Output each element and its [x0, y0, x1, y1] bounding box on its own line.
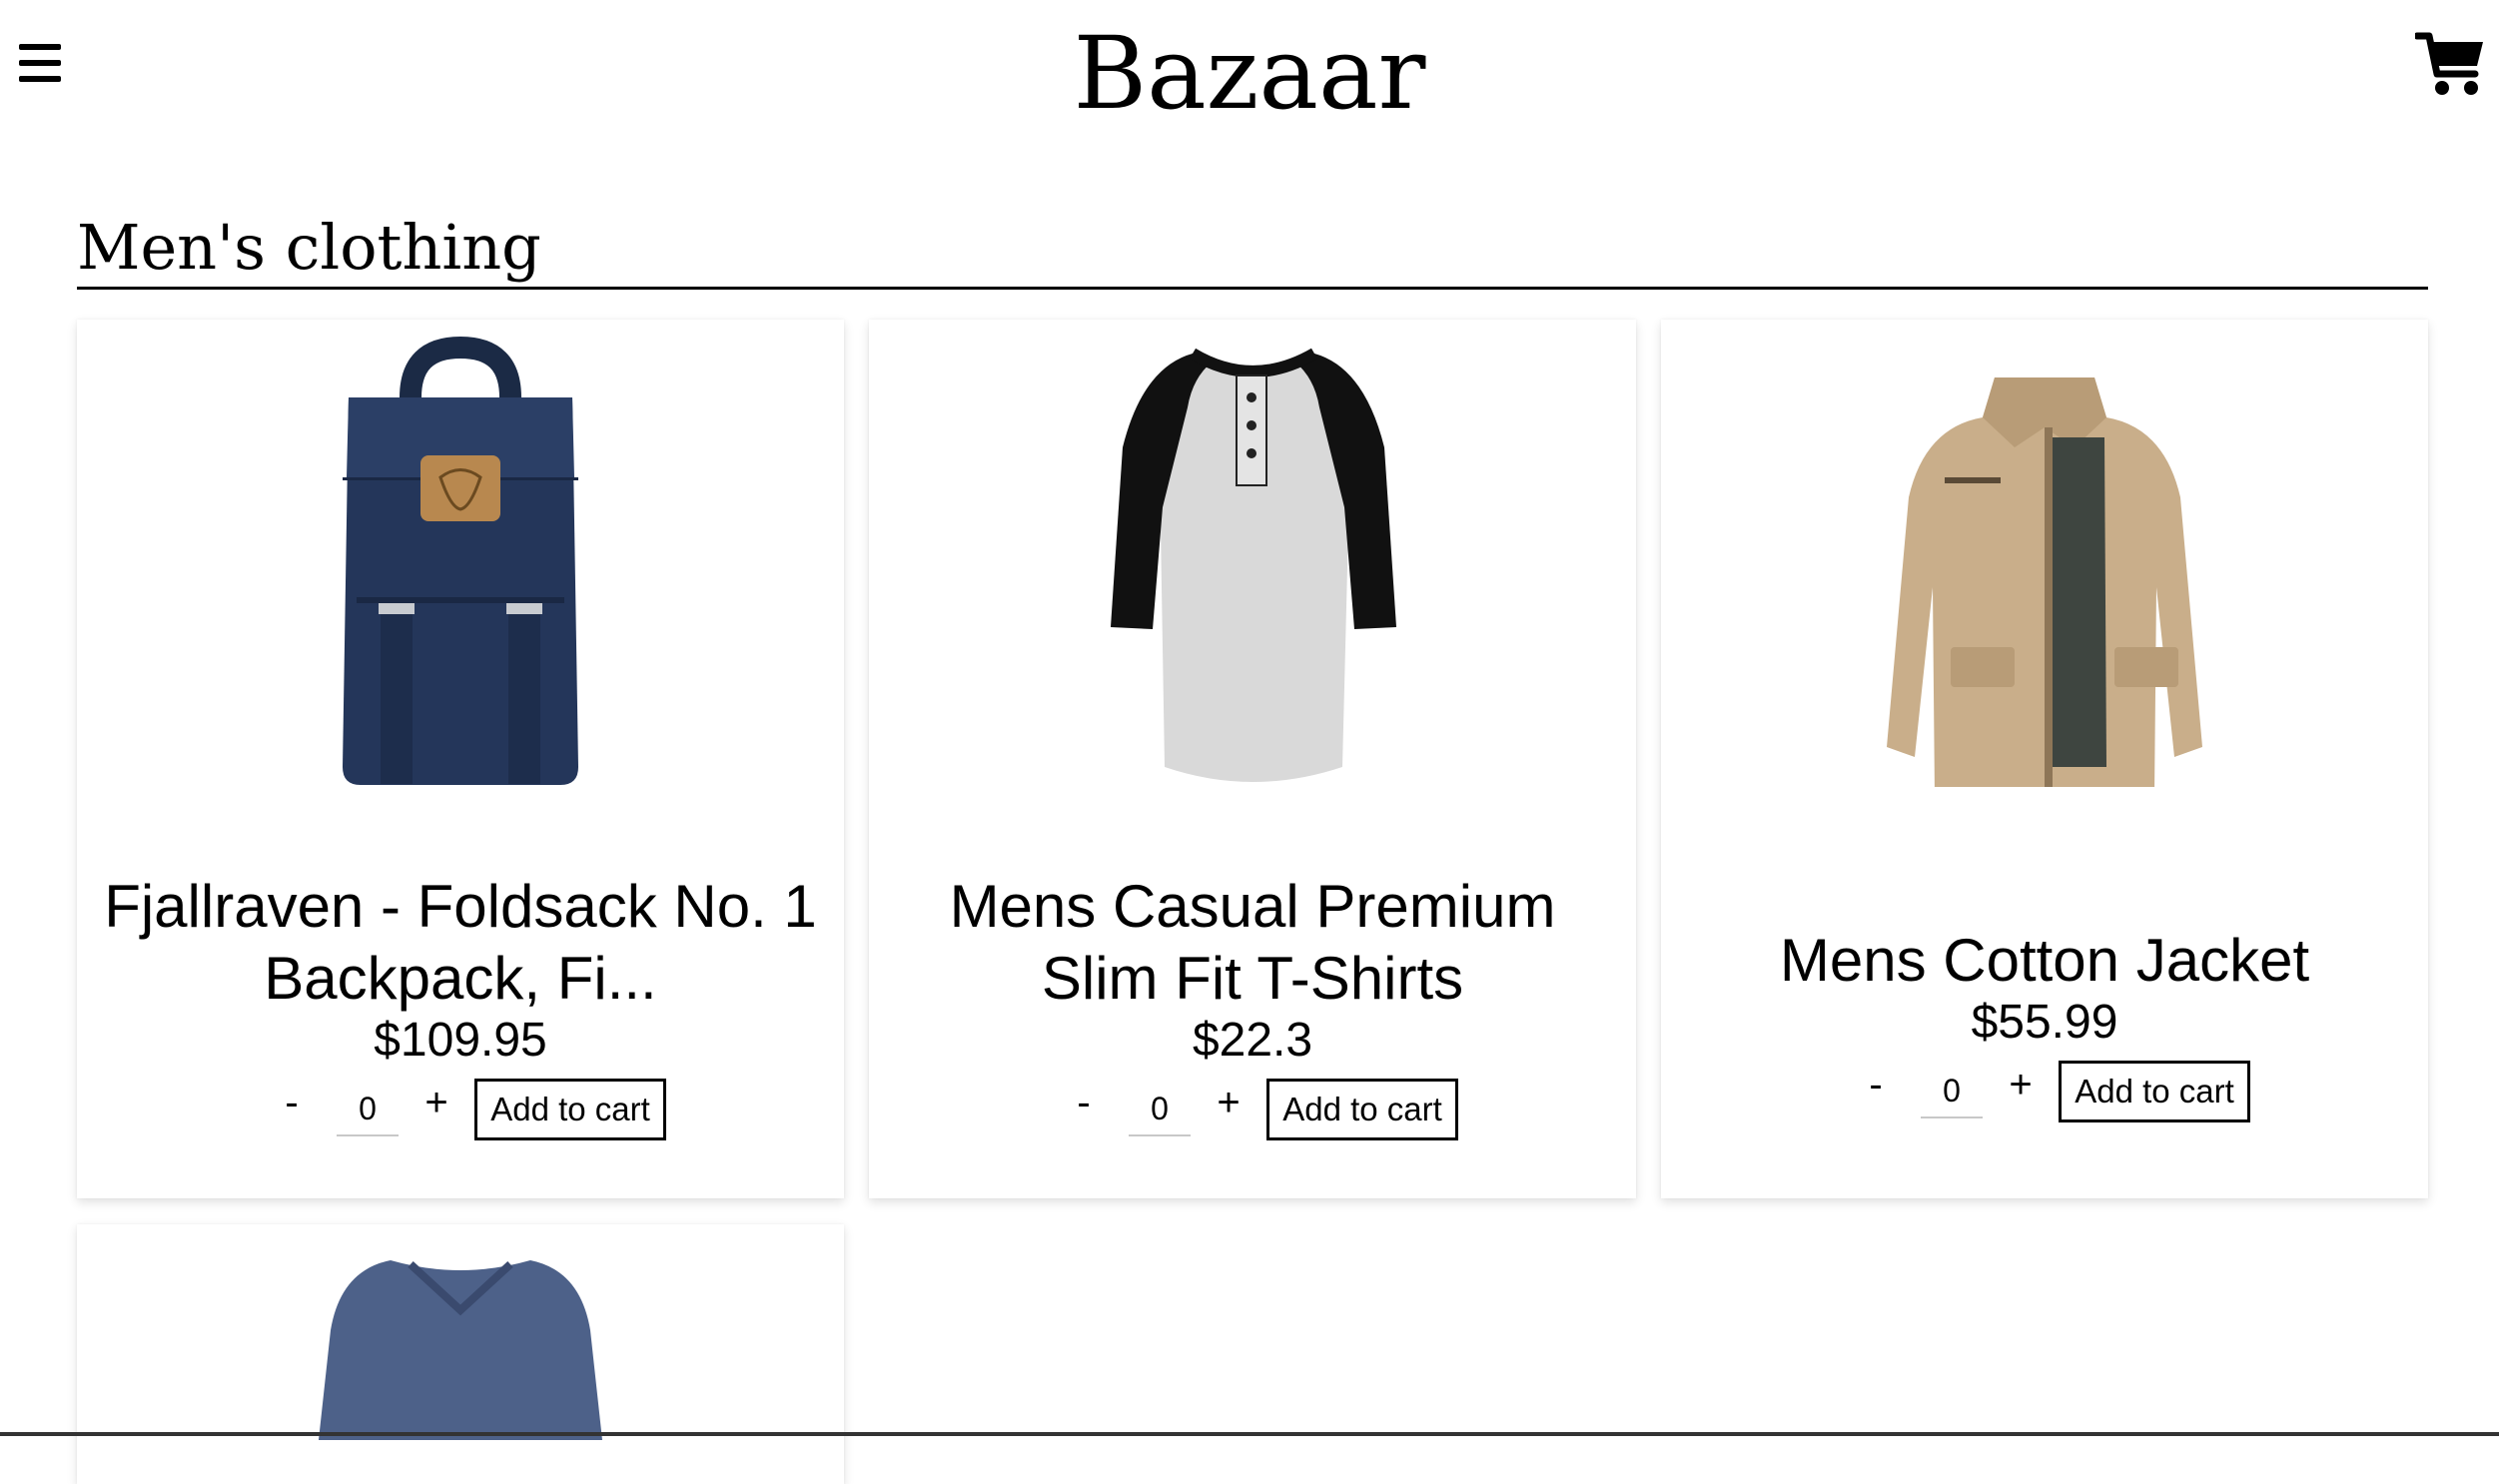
product-image-sweater[interactable]	[261, 1250, 660, 1440]
quantity-input[interactable]	[1129, 1083, 1191, 1136]
site-header: Bazaar	[0, 0, 2499, 150]
brand-title[interactable]: Bazaar	[0, 14, 2499, 134]
product-image-backpack[interactable]	[261, 328, 660, 787]
section-title: Men's clothing	[77, 211, 541, 284]
decrement-button[interactable]: -	[1059, 1081, 1109, 1125]
add-to-cart-button[interactable]: Add to cart	[2059, 1061, 2250, 1122]
product-title[interactable]: Fjallraven - Foldsack No. 1 Backpack, Fi…	[97, 871, 824, 1015]
product-card: Mens Cotton Jacket $55.99 - + Add to car…	[1661, 320, 2428, 1198]
quantity-input[interactable]	[1921, 1065, 1983, 1118]
decrement-button[interactable]: -	[1851, 1063, 1901, 1108]
add-to-cart-button[interactable]: Add to cart	[474, 1079, 666, 1140]
product-title[interactable]: Mens Cotton Jacket	[1681, 925, 2408, 997]
product-price: $22.3	[1192, 1014, 1313, 1067]
tshirt-image	[1111, 348, 1396, 782]
product-price: $109.95	[374, 1014, 547, 1067]
window-bottom-border	[0, 1432, 2499, 1436]
increment-button[interactable]: +	[412, 1081, 461, 1125]
cart-button[interactable]	[2413, 30, 2485, 98]
quantity-input[interactable]	[337, 1083, 399, 1136]
shopping-cart-icon	[2413, 32, 2483, 95]
increment-button[interactable]: +	[1204, 1081, 1253, 1125]
product-card: Mens Casual Premium Slim Fit T-Shirts $2…	[869, 320, 1636, 1198]
quantity-controls: - + Add to cart	[1851, 1061, 2250, 1124]
backpack-image	[343, 336, 578, 785]
jacket-image	[1887, 377, 2202, 797]
product-image-tshirt[interactable]	[1053, 328, 1452, 787]
decrement-button[interactable]: -	[267, 1081, 317, 1125]
product-card	[77, 1224, 844, 1484]
section-divider	[77, 287, 2428, 290]
increment-button[interactable]: +	[1996, 1063, 2046, 1108]
quantity-controls: - + Add to cart	[267, 1079, 666, 1142]
sweater-image	[319, 1260, 602, 1440]
product-card: Fjallraven - Foldsack No. 1 Backpack, Fi…	[77, 320, 844, 1198]
quantity-controls: - + Add to cart	[1059, 1079, 1458, 1142]
product-price: $55.99	[1971, 996, 2118, 1049]
add-to-cart-button[interactable]: Add to cart	[1266, 1079, 1458, 1140]
product-title[interactable]: Mens Casual Premium Slim Fit T-Shirts	[889, 871, 1616, 1015]
product-image-jacket[interactable]	[1845, 328, 2244, 797]
